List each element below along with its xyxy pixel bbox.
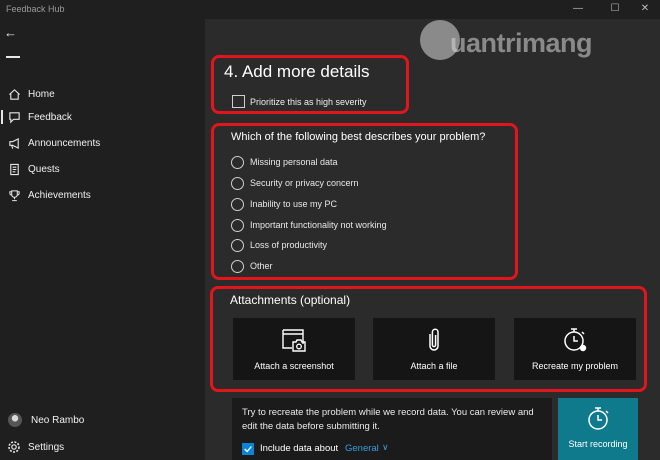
feedback-icon <box>7 110 21 124</box>
back-button[interactable]: ← <box>4 25 24 41</box>
stopwatch-icon <box>585 406 611 432</box>
option-security-privacy[interactable]: Security or privacy concern <box>231 175 359 191</box>
include-data-dropdown[interactable]: General <box>345 443 379 454</box>
recording-info: Try to recreate the problem while we rec… <box>242 407 534 432</box>
megaphone-icon <box>7 136 21 150</box>
include-data-label: Include data about <box>260 443 339 454</box>
close-button[interactable]: ✕ <box>630 2 660 16</box>
app-title: Feedback Hub <box>6 4 65 14</box>
avatar <box>8 413 22 427</box>
screenshot-camera-icon <box>281 327 307 353</box>
stopwatch-icon <box>562 327 588 353</box>
attach-screenshot-label: Attach a screenshot <box>254 361 334 371</box>
radio-button[interactable] <box>231 155 244 169</box>
option-label: Inability to use my PC <box>250 199 338 209</box>
recording-panel: Try to recreate the problem while we rec… <box>232 398 552 460</box>
problem-question: Which of the following best describes yo… <box>231 131 486 143</box>
profile-name: Neo Rambo <box>31 414 85 426</box>
recreate-problem-label: Recreate my problem <box>531 361 619 371</box>
option-label: Security or privacy concern <box>250 178 359 188</box>
severity-label: Prioritize this as high severity <box>250 97 367 107</box>
watermark-text: uantrimang <box>450 28 593 58</box>
sidebar-item-achievements[interactable]: Achievements <box>0 183 205 207</box>
gear-icon <box>7 440 21 454</box>
profile-button[interactable]: Neo Rambo <box>0 408 205 432</box>
sidebar-item-label: Achievements <box>28 189 91 201</box>
trophy-icon <box>7 188 21 202</box>
recreate-problem-button[interactable]: Recreate my problem <box>514 318 636 380</box>
watermark-logo: uantrimang <box>420 16 650 66</box>
radio-button[interactable] <box>231 197 244 211</box>
radio-button[interactable] <box>231 176 244 190</box>
option-label: Loss of productivity <box>250 240 328 250</box>
attach-file-label: Attach a file <box>410 361 458 371</box>
sidebar-item-label: Announcements <box>28 137 101 149</box>
radio-button[interactable] <box>231 238 244 252</box>
sidebar-item-label: Home <box>28 88 55 100</box>
start-recording-label: Start recording <box>568 439 628 449</box>
attachments-title: Attachments (optional) <box>230 293 351 307</box>
attach-screenshot-button[interactable]: Attach a screenshot <box>233 318 355 380</box>
paperclip-icon <box>421 327 447 353</box>
start-recording-button[interactable]: Start recording <box>558 398 638 460</box>
radio-button[interactable] <box>231 259 244 273</box>
radio-button[interactable] <box>231 218 244 232</box>
sidebar-item-label: Quests <box>28 163 60 175</box>
sidebar-item-quests[interactable]: Quests <box>0 157 205 181</box>
maximize-button[interactable]: ☐ <box>600 2 630 16</box>
option-missing-personal-data[interactable]: Missing personal data <box>231 154 338 170</box>
minimize-button[interactable]: — <box>563 2 593 16</box>
sidebar-item-feedback[interactable]: Feedback <box>0 105 205 129</box>
sidebar-item-label: Feedback <box>28 111 72 123</box>
option-label: Missing personal data <box>250 157 338 167</box>
home-icon <box>7 87 21 101</box>
option-functionality-not-working[interactable]: Important functionality not working <box>231 217 387 233</box>
quests-icon <box>7 162 21 176</box>
option-label: Important functionality not working <box>250 220 387 230</box>
sidebar: ← Home Feedback Announcements Quests Ach… <box>0 19 205 460</box>
settings-button[interactable]: Settings <box>0 436 205 458</box>
option-label: Other <box>250 261 273 271</box>
chevron-down-icon[interactable]: ∨ <box>382 442 389 453</box>
sidebar-item-home[interactable]: Home <box>0 82 205 106</box>
option-loss-of-productivity[interactable]: Loss of productivity <box>231 237 327 253</box>
attach-file-button[interactable]: Attach a file <box>373 318 495 380</box>
option-other[interactable]: Other <box>231 258 273 274</box>
severity-checkbox[interactable] <box>232 95 245 108</box>
page-title: 4. Add more details <box>224 62 370 81</box>
option-inability-to-use[interactable]: Inability to use my PC <box>231 196 337 212</box>
settings-label: Settings <box>28 441 65 453</box>
include-data-checkbox[interactable] <box>242 443 254 455</box>
sidebar-item-announcements[interactable]: Announcements <box>0 131 205 155</box>
menu-icon[interactable] <box>6 56 20 58</box>
